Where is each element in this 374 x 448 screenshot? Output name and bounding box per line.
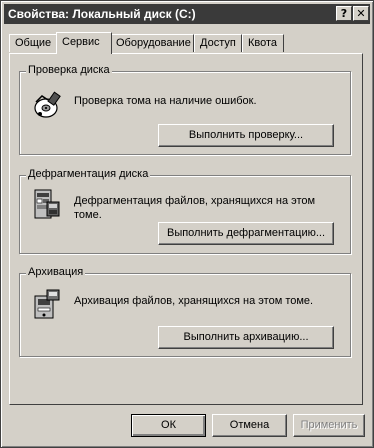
tab-sharing[interactable]: Доступ <box>194 34 242 52</box>
tab-quota[interactable]: Квота <box>242 34 284 52</box>
backup-group: Архивация Архивация файлов, хранящихся н… <box>19 266 351 357</box>
run-backup-button[interactable]: Выполнить архивацию... <box>158 326 334 349</box>
backup-title: Архивация <box>26 266 86 278</box>
window-title: Свойства: Локальный диск (C:) <box>8 7 196 21</box>
close-button[interactable]: ✕ <box>353 6 369 21</box>
defrag-description: Дефрагментация файлов, хранящихся на это… <box>74 195 316 221</box>
ok-button[interactable]: ОК <box>131 414 206 437</box>
backup-description: Архивация файлов, хранящихся на этом том… <box>74 295 314 307</box>
backup-icon <box>34 289 60 319</box>
apply-button[interactable]: Применить <box>293 414 365 437</box>
tab-hardware[interactable]: Оборудование <box>110 34 194 52</box>
help-button[interactable]: ? <box>336 6 352 21</box>
tab-service[interactable]: Сервис <box>56 32 112 54</box>
title-bar[interactable]: Свойства: Локальный диск (C:) ? ✕ <box>4 4 370 24</box>
tab-general[interactable]: Общие <box>9 34 58 52</box>
tab-panel-service: Проверка диска Проверка тома на наличие … <box>9 53 363 405</box>
disk-check-icon <box>34 91 61 118</box>
defrag-icon <box>34 189 60 219</box>
disk-check-description: Проверка тома на наличие ошибок. <box>74 95 257 107</box>
run-check-button[interactable]: Выполнить проверку... <box>158 124 334 147</box>
defrag-group: Дефрагментация диска Дефрагментация файл… <box>19 168 351 254</box>
defrag-title: Дефрагментация диска <box>26 168 151 180</box>
disk-check-group: Проверка диска Проверка тома на наличие … <box>19 64 351 155</box>
cancel-button[interactable]: Отмена <box>212 414 287 437</box>
properties-dialog: Свойства: Локальный диск (C:) ? ✕ Общие … <box>0 0 374 448</box>
run-defrag-button[interactable]: Выполнить дефрагментацию... <box>158 222 334 245</box>
disk-check-title: Проверка диска <box>26 64 112 76</box>
